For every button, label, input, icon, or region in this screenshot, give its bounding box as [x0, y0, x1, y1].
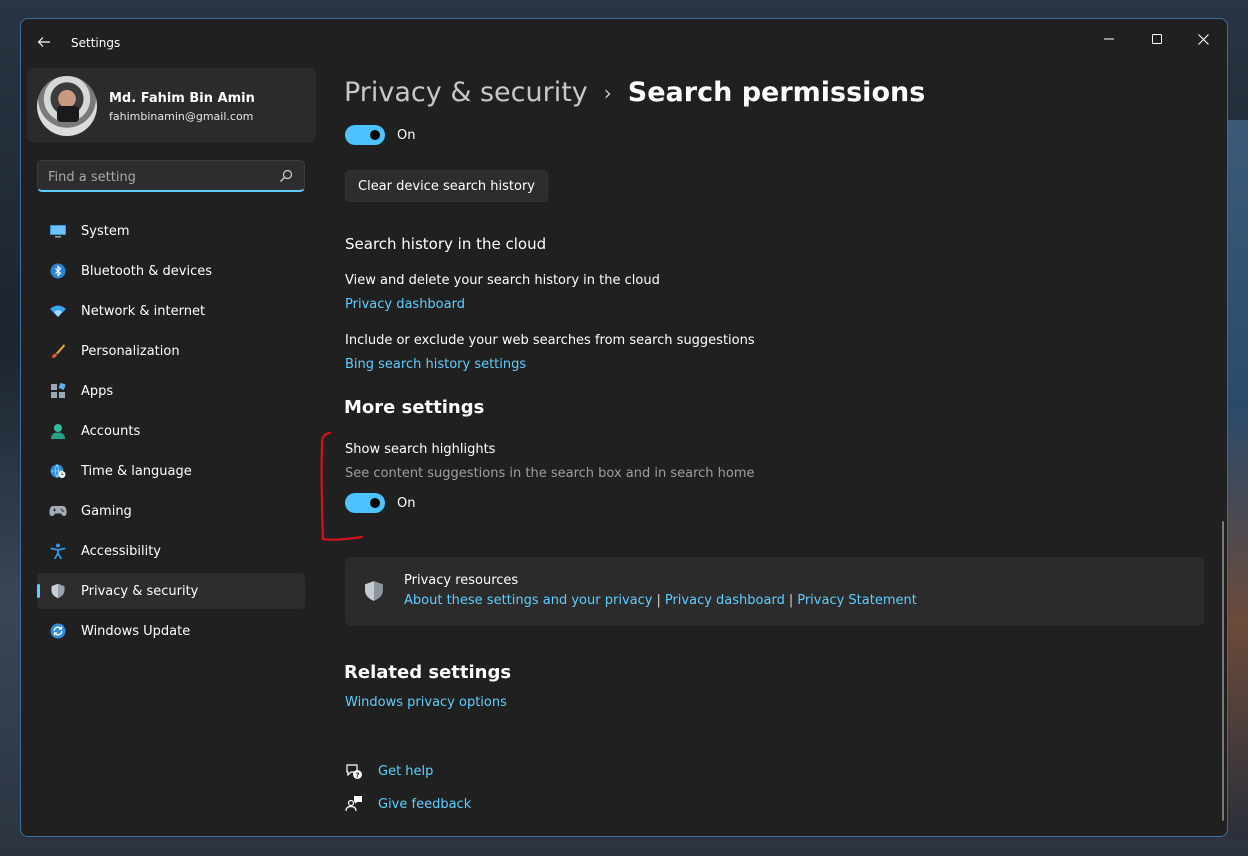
clear-device-history-button[interactable]: Clear device search history — [345, 170, 548, 202]
monitor-icon — [50, 225, 66, 238]
maximize-button[interactable] — [1135, 24, 1179, 54]
search-highlights-toggle-label: On — [397, 496, 416, 511]
sidebar-item-bluetooth[interactable]: Bluetooth & devices — [37, 253, 305, 289]
sidebar-item-system[interactable]: System — [37, 213, 305, 249]
windows-privacy-options-link[interactable]: Windows privacy options — [345, 695, 507, 710]
get-help-link[interactable]: Get help — [378, 764, 433, 779]
sidebar-item-accessibility[interactable]: Accessibility — [37, 533, 305, 569]
link-separator: | — [656, 593, 661, 608]
globe-clock-icon — [50, 464, 66, 478]
sidebar-item-label: Windows Update — [81, 623, 191, 639]
more-settings-heading: More settings — [344, 397, 485, 418]
search-highlights-title: Show search highlights — [345, 442, 496, 457]
close-button[interactable] — [1181, 24, 1225, 54]
help-icon: ? — [346, 764, 362, 780]
sidebar-item-privacy-security[interactable]: Privacy & security — [37, 573, 305, 609]
toggle-knob — [370, 498, 380, 508]
page-title: Search permissions — [627, 77, 926, 108]
sidebar-item-label: Accounts — [81, 423, 141, 439]
sidebar-item-windows-update[interactable]: Windows Update — [37, 613, 305, 649]
privacy-resources-card: Privacy resources About these settings a… — [345, 557, 1204, 626]
update-icon — [50, 623, 66, 639]
privacy-resources-title: Privacy resources — [404, 573, 519, 588]
sidebar-item-time-language[interactable]: Time & language — [37, 453, 305, 489]
brush-icon — [52, 344, 65, 358]
wifi-icon — [50, 305, 66, 317]
cloud-history-heading: Search history in the cloud — [345, 235, 547, 253]
sidebar-item-label: Personalization — [81, 343, 180, 359]
bing-search-history-link[interactable]: Bing search history settings — [345, 357, 526, 372]
desktop-background — [1228, 120, 1248, 840]
sidebar-item-personalization[interactable]: Personalization — [37, 333, 305, 369]
sidebar-item-gaming[interactable]: Gaming — [37, 493, 305, 529]
sidebar-item-accounts[interactable]: Accounts — [37, 413, 305, 449]
privacy-statement-link[interactable]: Privacy Statement — [797, 593, 917, 608]
sidebar-item-apps[interactable]: Apps — [37, 373, 305, 409]
sidebar-item-label: Gaming — [81, 503, 132, 519]
search-box — [37, 160, 305, 192]
sidebar-item-label: Time & language — [81, 463, 192, 479]
minimize-icon — [1104, 38, 1114, 40]
bluetooth-icon — [50, 263, 66, 279]
app-title: Settings — [71, 36, 121, 50]
accessibility-icon — [50, 543, 66, 559]
sidebar-item-network[interactable]: Network & internet — [37, 293, 305, 329]
search-highlights-description: See content suggestions in the search bo… — [345, 466, 755, 481]
minimize-button[interactable] — [1087, 24, 1131, 54]
give-feedback-row[interactable]: Give feedback — [345, 795, 471, 813]
breadcrumb-parent[interactable]: Privacy & security — [344, 77, 588, 108]
link-separator: | — [788, 593, 794, 608]
sidebar-item-label: Bluetooth & devices — [81, 263, 212, 279]
maximize-icon — [1152, 34, 1162, 44]
back-button[interactable] — [33, 31, 55, 53]
get-help-row[interactable]: ? Get help — [345, 762, 433, 780]
sidebar-item-label: Accessibility — [81, 543, 161, 559]
privacy-dashboard-link[interactable]: Privacy dashboard — [665, 593, 785, 608]
user-profile-card[interactable]: Md. Fahim Bin Amin fahimbinamin@gmail.co… — [27, 68, 316, 142]
search-icon[interactable] — [278, 168, 294, 184]
settings-window: Settings Md. Fahim Bin Amin fahimbinamin… — [20, 18, 1228, 837]
person-icon — [51, 424, 65, 439]
give-feedback-link[interactable]: Give feedback — [378, 797, 471, 812]
shield-icon — [51, 583, 65, 599]
privacy-resources-links: About these settings and your privacy | Pr… — [404, 593, 917, 608]
privacy-dashboard-link[interactable]: Privacy dashboard — [345, 297, 465, 312]
toggle-knob — [370, 130, 380, 140]
back-arrow-icon — [37, 37, 50, 47]
search-highlights-toggle[interactable] — [345, 493, 385, 513]
related-settings-heading: Related settings — [344, 662, 512, 683]
sidebar-item-label: Privacy & security — [81, 583, 199, 599]
sidebar-item-label: System — [81, 223, 130, 239]
sidebar-nav: System Bluetooth & devices Network & int… — [37, 213, 305, 653]
scrollbar[interactable] — [1222, 521, 1224, 821]
avatar — [37, 76, 97, 136]
title-bar: Settings — [21, 19, 1227, 65]
apps-icon — [51, 383, 66, 398]
search-input[interactable] — [48, 167, 268, 187]
device-search-history-toggle[interactable] — [345, 125, 385, 145]
breadcrumb-separator: › — [603, 80, 612, 105]
avatar-face-mask — [57, 106, 79, 122]
profile-name: Md. Fahim Bin Amin — [109, 91, 255, 106]
cloud-view-text: View and delete your search history in t… — [345, 273, 660, 288]
profile-email: fahimbinamin@gmail.com — [109, 110, 254, 123]
breadcrumb: Privacy & security › Search permissions — [344, 77, 925, 108]
sidebar-item-label: Apps — [81, 383, 114, 399]
shield-icon — [365, 581, 383, 601]
feedback-icon — [345, 796, 362, 812]
cloud-include-text: Include or exclude your web searches fro… — [345, 333, 755, 348]
close-icon — [1197, 33, 1209, 45]
device-history-toggle-label: On — [397, 128, 416, 143]
sidebar-item-label: Network & internet — [81, 303, 206, 319]
about-privacy-link[interactable]: About these settings and your privacy — [404, 593, 652, 608]
gamepad-icon — [49, 506, 67, 516]
svg-text:?: ? — [355, 772, 359, 780]
